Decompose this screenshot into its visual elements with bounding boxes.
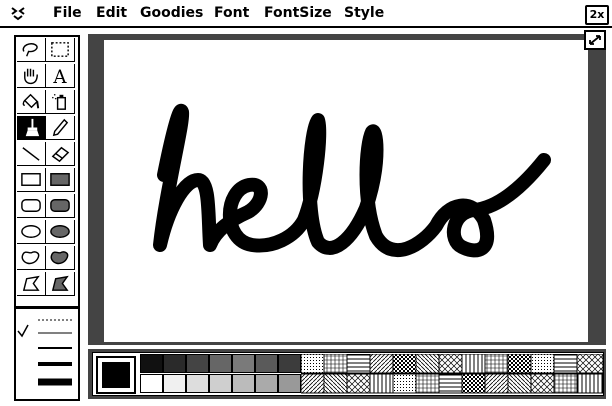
filled-rounded-rectangle-icon: [50, 199, 70, 212]
pattern-swatch[interactable]: [140, 374, 163, 393]
zoom-badge[interactable]: 2x: [585, 5, 609, 25]
hand-icon: [24, 68, 38, 85]
rounded-rect-filled-tool[interactable]: [46, 194, 75, 218]
polygon-filled-tool[interactable]: [46, 272, 75, 296]
pattern-swatch[interactable]: [163, 374, 186, 393]
text-a-icon: A: [52, 67, 67, 87]
pattern-swatch[interactable]: [140, 354, 163, 373]
freeform-filled-tool[interactable]: [46, 246, 75, 270]
menu-fontsize[interactable]: FontSize: [264, 3, 332, 23]
pattern-swatch[interactable]: [255, 374, 278, 393]
rectangle-icon: [21, 173, 41, 186]
line-icon: [22, 147, 40, 161]
pattern-swatch[interactable]: [232, 374, 255, 393]
pattern-swatch[interactable]: [186, 374, 209, 393]
filled-polygon-icon: [51, 275, 69, 291]
lasso-icon: [22, 43, 38, 57]
rect-filled-tool[interactable]: [46, 168, 75, 192]
polygon-icon: [22, 275, 40, 291]
menu-file[interactable]: File: [53, 3, 82, 23]
checkmark-icon: [17, 324, 29, 338]
lasso-tool[interactable]: [17, 38, 46, 62]
line-width-panel: [14, 307, 80, 401]
eraser-tool[interactable]: [46, 142, 75, 166]
filled-freeform-shape-icon: [50, 251, 69, 265]
rounded-rect-empty-tool[interactable]: [17, 194, 46, 218]
apple-menu-icon[interactable]: [9, 4, 27, 22]
pattern-swatch[interactable]: [255, 354, 278, 373]
polygon-empty-tool[interactable]: [17, 272, 46, 296]
pattern-swatch[interactable]: [209, 354, 232, 373]
menu-bar-divider: [0, 26, 612, 28]
freeform-empty-tool[interactable]: [17, 246, 46, 270]
tool-palette: A: [14, 35, 80, 308]
texture-swatches[interactable]: [301, 354, 604, 394]
freeform-shape-icon: [21, 251, 40, 265]
grabber-tool[interactable]: [17, 64, 46, 88]
paint-bucket-tool[interactable]: [17, 90, 46, 114]
pencil-tool[interactable]: [46, 116, 75, 140]
menu-font[interactable]: Font: [214, 3, 249, 23]
menu-edit[interactable]: Edit: [96, 3, 127, 23]
pattern-swatch[interactable]: [278, 354, 301, 373]
resize-arrows-icon: [589, 35, 601, 45]
spray-can-tool[interactable]: [46, 90, 75, 114]
menu-goodies[interactable]: Goodies: [140, 3, 203, 23]
pattern-swatch[interactable]: [278, 374, 301, 393]
oval-icon: [21, 225, 41, 238]
oval-filled-tool[interactable]: [46, 220, 75, 244]
paint-bucket-icon: [22, 93, 40, 109]
eraser-icon: [51, 146, 70, 163]
pencil-icon: [52, 118, 69, 137]
filled-rectangle-icon: [50, 173, 70, 186]
hello-drawing: [153, 103, 551, 258]
spray-can-icon: [52, 94, 66, 110]
line-width-options: [17, 319, 72, 386]
pattern-swatch[interactable]: [186, 354, 209, 373]
select-rect-tool[interactable]: [46, 38, 75, 62]
brush-icon: [25, 118, 40, 137]
filled-oval-icon: [50, 225, 70, 238]
pattern-swatch[interactable]: [232, 354, 255, 373]
text-tool[interactable]: A: [46, 64, 75, 88]
brush-tool[interactable]: [17, 116, 46, 140]
rect-empty-tool[interactable]: [17, 168, 46, 192]
pattern-swatch[interactable]: [209, 374, 232, 393]
menu-style[interactable]: Style: [344, 3, 384, 23]
svg-text:A: A: [52, 67, 67, 87]
line-tool[interactable]: [17, 142, 46, 166]
oval-empty-tool[interactable]: [17, 220, 46, 244]
pattern-swatch[interactable]: [163, 354, 186, 373]
drawing-canvas[interactable]: [104, 40, 588, 342]
zoom-box-button[interactable]: [584, 30, 606, 50]
rounded-rectangle-icon: [21, 199, 41, 212]
marquee-icon: [51, 42, 69, 57]
current-pattern-swatch: [102, 362, 130, 388]
